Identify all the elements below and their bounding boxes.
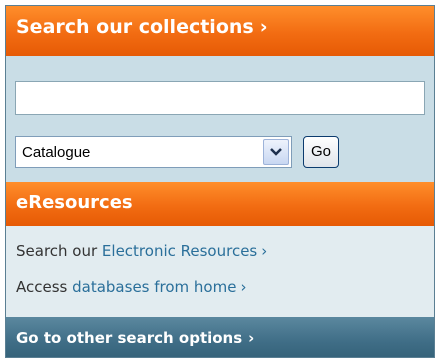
electronic-resources-link[interactable]: Electronic Resources xyxy=(102,242,257,260)
search-panel: Catalogue Go xyxy=(6,56,434,182)
go-button[interactable]: Go xyxy=(303,136,339,168)
chevron-right-icon: › xyxy=(248,329,255,347)
chevron-right-icon: › xyxy=(240,278,247,296)
search-input[interactable] xyxy=(15,81,425,115)
select-dropdown-button[interactable] xyxy=(263,139,289,165)
collection-select-value: Catalogue xyxy=(22,144,91,161)
search-collections-title[interactable]: Search our collections xyxy=(16,16,254,38)
line-prefix: Access xyxy=(16,278,73,296)
chevron-right-icon: › xyxy=(261,242,268,260)
search-widget: Search our collections › Catalogue Go eRe… xyxy=(5,5,435,358)
line-prefix: Search our xyxy=(16,242,102,260)
chevron-right-icon: › xyxy=(259,16,268,38)
search-collections-header[interactable]: Search our collections › xyxy=(6,6,434,56)
eresources-title: eResources xyxy=(16,192,133,213)
eresources-line-databases: Access databases from home › xyxy=(16,278,246,296)
eresources-panel: Search our Electronic Resources › Access … xyxy=(6,226,434,317)
databases-from-home-link[interactable]: databases from home xyxy=(72,278,236,296)
eresources-header: eResources xyxy=(6,182,434,226)
eresources-line-electronic: Search our Electronic Resources › xyxy=(16,242,267,260)
other-search-options-label[interactable]: Go to other search options xyxy=(16,329,242,347)
chevron-down-icon xyxy=(270,148,282,156)
collection-select[interactable]: Catalogue xyxy=(15,136,292,168)
other-search-options-link[interactable]: Go to other search options › xyxy=(6,317,434,357)
